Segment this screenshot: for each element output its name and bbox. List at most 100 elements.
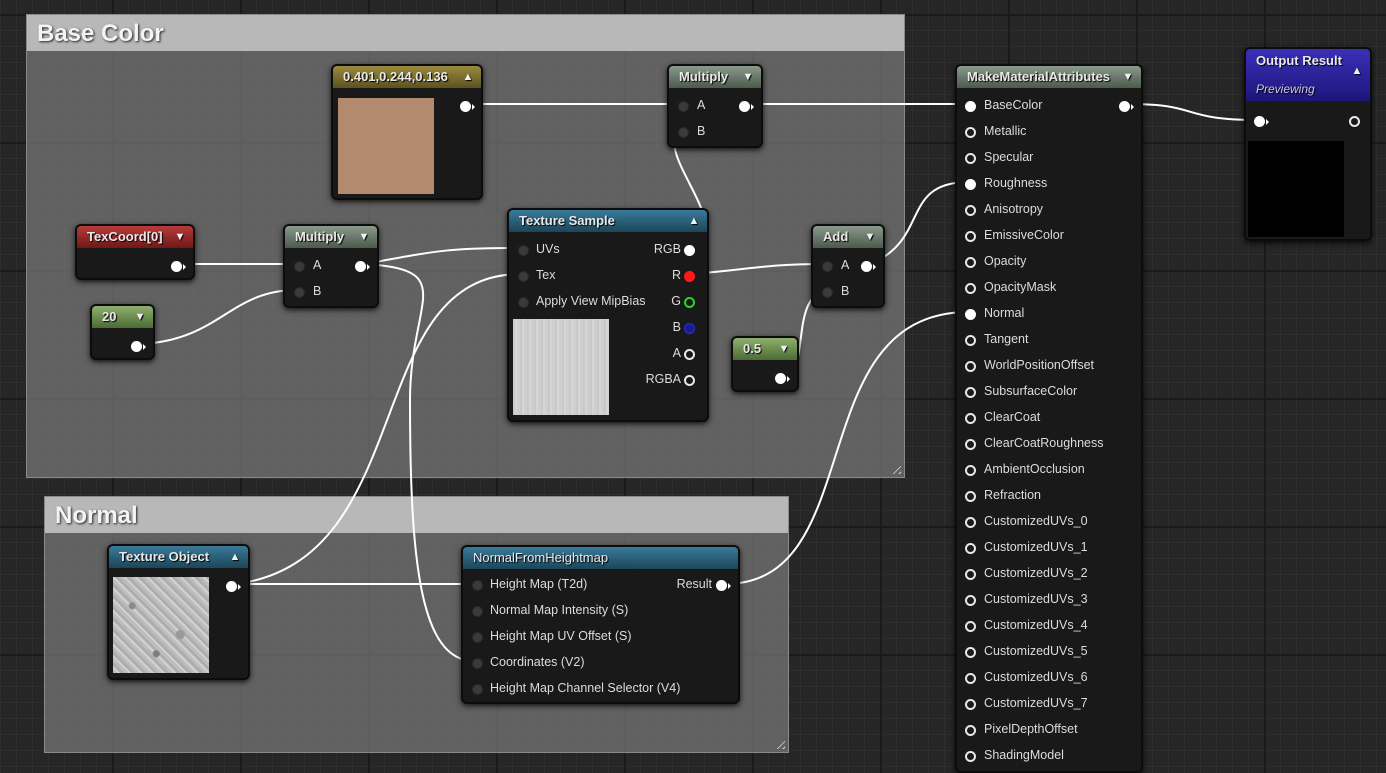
input-pin-customizeduvs-2[interactable] [965,569,976,580]
output-pin-b[interactable] [684,323,695,334]
output-pin[interactable] [775,373,786,384]
input-pin-height-map[interactable] [472,580,483,591]
texture-sample-node[interactable]: Texture Sample ▲ UVs Tex Apply View MipB… [507,208,709,422]
input-pin-tangent[interactable] [965,335,976,346]
input-pin-normal[interactable] [965,309,976,320]
node-header[interactable]: Output Result Previewing ▲ [1246,49,1370,101]
resize-grip-icon[interactable] [773,737,785,749]
input-pin-uvs[interactable] [518,245,529,256]
input-pin-metallic[interactable] [965,127,976,138]
input-pin[interactable] [1254,116,1265,127]
output-pin[interactable] [460,101,471,112]
input-pin-opacity[interactable] [965,257,976,268]
input-pin-customizeduvs-5[interactable] [965,647,976,658]
input-pin-emissivecolor[interactable] [965,231,976,242]
comment-title-normal[interactable]: Normal [45,497,788,533]
chevron-down-icon[interactable]: ▼ [173,226,187,248]
normal-from-heightmap-node[interactable]: NormalFromHeightmap Height Map (T2d) Nor… [461,545,740,704]
chevron-down-icon[interactable]: ▼ [133,306,147,328]
output-pin-result[interactable] [716,580,727,591]
node-header[interactable]: MakeMaterialAttributes ▼ [957,66,1141,88]
output-pin-rgba[interactable] [684,375,695,386]
chevron-up-icon[interactable]: ▲ [228,546,242,568]
input-pin-pixeldepthoffset[interactable] [965,725,976,736]
output-result-node[interactable]: Output Result Previewing ▲ [1244,47,1372,241]
input-pin-basecolor[interactable] [965,101,976,112]
output-pin-a[interactable] [684,349,695,360]
input-pin-tex[interactable] [518,271,529,282]
input-pin-ambientocclusion[interactable] [965,465,976,476]
output-pin[interactable] [131,341,142,352]
input-pin-clearcoat[interactable] [965,413,976,424]
input-label-customizeduvs-7: CustomizedUVs_7 [984,696,1088,710]
output-pin[interactable] [355,261,366,272]
input-pin-subsurfacecolor[interactable] [965,387,976,398]
node-header[interactable]: TexCoord[0] ▼ [77,226,193,248]
output-pin[interactable] [226,581,237,592]
node-header[interactable]: Multiply ▼ [669,66,761,88]
input-pin-refraction[interactable] [965,491,976,502]
node-header[interactable]: Texture Sample ▲ [509,210,707,232]
constant-20-node[interactable]: 20 ▼ [90,304,155,360]
output-pin-rgb[interactable] [684,245,695,256]
input-pin-b[interactable] [822,287,833,298]
input-pin-uv-offset[interactable] [472,632,483,643]
input-pin-b[interactable] [678,127,689,138]
texture-object-node[interactable]: Texture Object ▲ [107,544,250,680]
chevron-up-icon[interactable]: ▲ [1350,61,1364,81]
input-pin-a[interactable] [294,261,305,272]
input-pin-coordinates[interactable] [472,658,483,669]
texcoord-node[interactable]: TexCoord[0] ▼ [75,224,195,280]
input-pin-a[interactable] [678,101,689,112]
output-pin[interactable] [171,261,182,272]
input-pin-a[interactable] [822,261,833,272]
input-pin-customizeduvs-1[interactable] [965,543,976,554]
resize-grip-icon[interactable] [889,462,901,474]
input-pin-intensity[interactable] [472,606,483,617]
node-header[interactable]: 20 ▼ [92,306,153,328]
chevron-down-icon[interactable]: ▼ [777,338,791,360]
node-header[interactable]: 0.401,0.244,0.136 ▲ [333,66,481,88]
chevron-up-icon[interactable]: ▲ [461,66,475,88]
chevron-down-icon[interactable]: ▼ [357,226,371,248]
constant-color-node[interactable]: 0.401,0.244,0.136 ▲ [331,64,483,200]
chevron-down-icon[interactable]: ▼ [863,226,877,248]
input-pin-customizeduvs-6[interactable] [965,673,976,684]
multiply-node-top[interactable]: Multiply ▼ A B [667,64,763,148]
input-pin-shadingmodel[interactable] [965,751,976,762]
constant-05-node[interactable]: 0.5 ▼ [731,336,799,392]
node-header[interactable]: NormalFromHeightmap [463,547,738,569]
output-pin[interactable] [1119,101,1130,112]
comment-title-base-color[interactable]: Base Color [27,15,904,51]
output-pin[interactable] [739,101,750,112]
chevron-up-icon[interactable]: ▲ [687,210,701,232]
input-pin-customizeduvs-4[interactable] [965,621,976,632]
input-pin-customizeduvs-7[interactable] [965,699,976,710]
input-pin-specular[interactable] [965,153,976,164]
input-pin-clearcoatroughness[interactable] [965,439,976,450]
input-label-basecolor: BaseColor [984,98,1043,112]
node-header[interactable]: 0.5 ▼ [733,338,797,360]
output-pin-g[interactable] [684,297,695,308]
add-node[interactable]: Add ▼ A B [811,224,885,308]
input-pin-opacitymask[interactable] [965,283,976,294]
input-pin-anisotropy[interactable] [965,205,976,216]
node-title: 0.401,0.244,0.136 [343,69,448,84]
input-pin-customizeduvs-0[interactable] [965,517,976,528]
chevron-down-icon[interactable]: ▼ [1121,66,1135,88]
node-header[interactable]: Multiply ▼ [285,226,377,248]
make-material-attributes-node[interactable]: MakeMaterialAttributes ▼ BaseColor Metall… [955,64,1143,773]
input-pin-worldpositionoffset[interactable] [965,361,976,372]
input-pin-roughness[interactable] [965,179,976,190]
output-pin[interactable] [861,261,872,272]
chevron-down-icon[interactable]: ▼ [741,66,755,88]
node-header[interactable]: Texture Object ▲ [109,546,248,568]
output-pin[interactable] [1349,116,1360,127]
node-header[interactable]: Add ▼ [813,226,883,248]
output-pin-r[interactable] [684,271,695,282]
input-pin-channel-selector[interactable] [472,684,483,695]
input-pin-mipbias[interactable] [518,297,529,308]
input-pin-customizeduvs-3[interactable] [965,595,976,606]
multiply-node-left[interactable]: Multiply ▼ A B [283,224,379,308]
input-pin-b[interactable] [294,287,305,298]
